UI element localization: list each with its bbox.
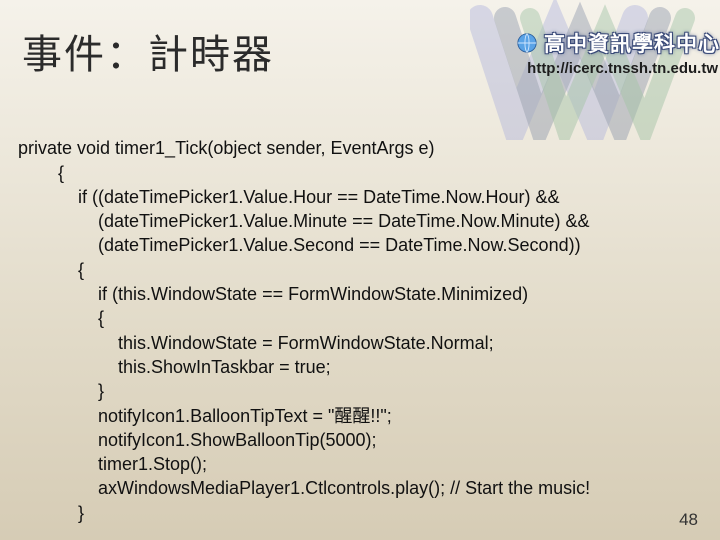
- site-url: http://icerc.tnssh.tn.edu.tw: [470, 60, 720, 77]
- globe-icon: [516, 32, 538, 54]
- code-line: (dateTimePicker1.Value.Minute == DateTim…: [18, 211, 590, 231]
- code-line: this.ShowInTaskbar = true;: [18, 357, 331, 377]
- code-line: if ((dateTimePicker1.Value.Hour == DateT…: [18, 187, 560, 207]
- code-line: {: [18, 163, 64, 183]
- code-line: {: [18, 308, 104, 328]
- site-badge: 高中資訊學科中心: [470, 28, 720, 58]
- code-line: if (this.WindowState == FormWindowState.…: [18, 284, 528, 304]
- code-line: }: [18, 503, 84, 523]
- slide-root: 事件：計時器 高中資訊學科中心 http://icerc.tnssh.tn.ed…: [0, 0, 720, 540]
- code-line: this.WindowState = FormWindowState.Norma…: [18, 333, 494, 353]
- code-line: }: [18, 381, 104, 401]
- code-line: notifyIcon1.BalloonTipText = "醒醒!!";: [18, 406, 392, 426]
- code-line: timer1.Stop();: [18, 454, 207, 474]
- code-line: notifyIcon1.ShowBalloonTip(5000);: [18, 430, 377, 450]
- code-block: private void timer1_Tick(object sender, …: [18, 112, 708, 540]
- page-title: 事件：計時器: [22, 22, 274, 80]
- code-line: axWindowsMediaPlayer1.Ctlcontrols.play()…: [18, 478, 590, 498]
- code-line: private void timer1_Tick(object sender, …: [18, 138, 435, 158]
- code-line: {: [18, 260, 84, 280]
- code-line: (dateTimePicker1.Value.Second == DateTim…: [18, 235, 581, 255]
- page-number: 48: [679, 510, 698, 530]
- header-branding: 高中資訊學科中心 http://icerc.tnssh.tn.edu.tw: [470, 28, 720, 77]
- badge-title: 高中資訊學科中心: [544, 28, 720, 58]
